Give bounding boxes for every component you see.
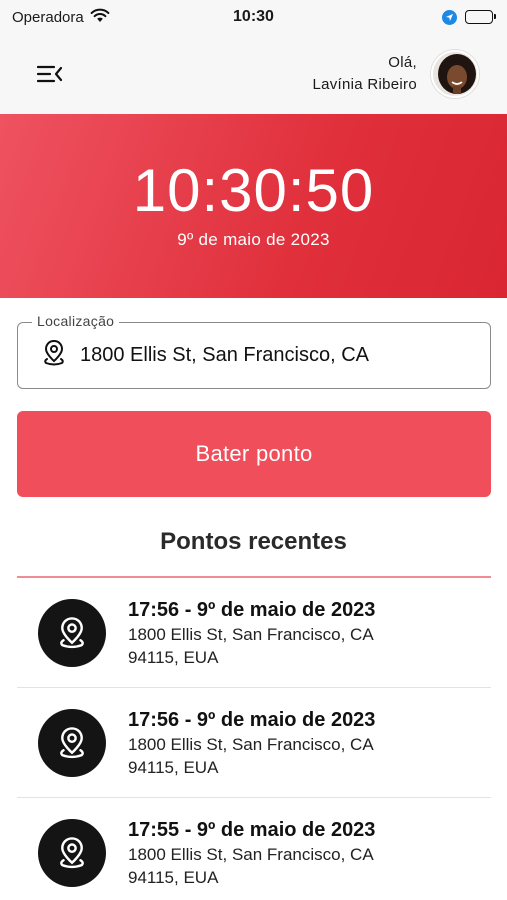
list-item-address: 1800 Ellis St, San Francisco, CA 94115, … <box>128 734 373 777</box>
list-item-text: 17:56 - 9º de maio de 2023 1800 Ellis St… <box>128 597 418 669</box>
user-name: Lavínia Ribeiro <box>312 76 417 93</box>
list-item-time: 17:55 - 9º de maio de 2023 <box>128 819 376 841</box>
location-pin-icon <box>38 598 106 667</box>
list-item-address: 1800 Ellis St, San Francisco, CA 94115, … <box>128 845 373 887</box>
status-right <box>442 9 496 25</box>
avatar[interactable] <box>431 50 479 98</box>
recent-title: Pontos recentes <box>160 528 347 555</box>
status-bar: Operadora 10:30 <box>0 0 507 34</box>
punch-clock-button[interactable]: Bater ponto <box>17 411 491 497</box>
list-item[interactable]: 17:55 - 9º de maio de 2023 1800 Ellis St… <box>17 798 491 900</box>
app-screen: Operadora 10:30 Olá, Lavínia Ribeiro 10:… <box>0 0 507 900</box>
current-time: 10:30:50 <box>132 157 375 224</box>
user-block[interactable]: Olá, Lavínia Ribeiro <box>312 50 479 98</box>
clock-hero: 10:30:50 9º de maio de 2023 <box>0 114 507 298</box>
list-item-time: 17:56 - 9º de maio de 2023 <box>128 708 376 731</box>
greeting: Olá, Lavínia Ribeiro <box>312 52 417 96</box>
list-item-time: 17:56 - 9º de maio de 2023 <box>128 598 376 621</box>
location-value: 1800 Ellis St, San Francisco, CA <box>80 344 370 366</box>
list-item-address: 1800 Ellis St, San Francisco, CA 94115, … <box>128 624 373 667</box>
location-pin-icon <box>38 819 106 887</box>
app-header: Olá, Lavínia Ribeiro <box>0 34 507 114</box>
current-date: 9º de maio de 2023 <box>177 230 330 249</box>
location-field-label: Localização <box>32 313 120 329</box>
recent-list: 17:56 - 9º de maio de 2023 1800 Ellis St… <box>17 578 491 900</box>
menu-collapse-icon <box>37 65 63 83</box>
location-field[interactable]: Localização 1800 Ellis St, San Francisco… <box>17 313 491 389</box>
list-item-text: 17:56 - 9º de maio de 2023 1800 Ellis St… <box>128 707 418 779</box>
location-pin-icon <box>42 339 66 372</box>
list-item[interactable]: 17:56 - 9º de maio de 2023 1800 Ellis St… <box>17 578 491 688</box>
location-pin-icon <box>38 708 106 777</box>
menu-button[interactable] <box>36 60 64 88</box>
location-arrow-icon <box>442 9 457 25</box>
carrier-label: Operadora <box>12 8 84 26</box>
status-left: Operadora <box>12 8 110 27</box>
wifi-icon <box>90 8 110 27</box>
greeting-hello: Olá, <box>388 54 417 71</box>
list-item[interactable]: 17:56 - 9º de maio de 2023 1800 Ellis St… <box>17 688 491 798</box>
battery-icon <box>465 10 496 24</box>
list-item-text: 17:55 - 9º de maio de 2023 1800 Ellis St… <box>128 817 418 889</box>
